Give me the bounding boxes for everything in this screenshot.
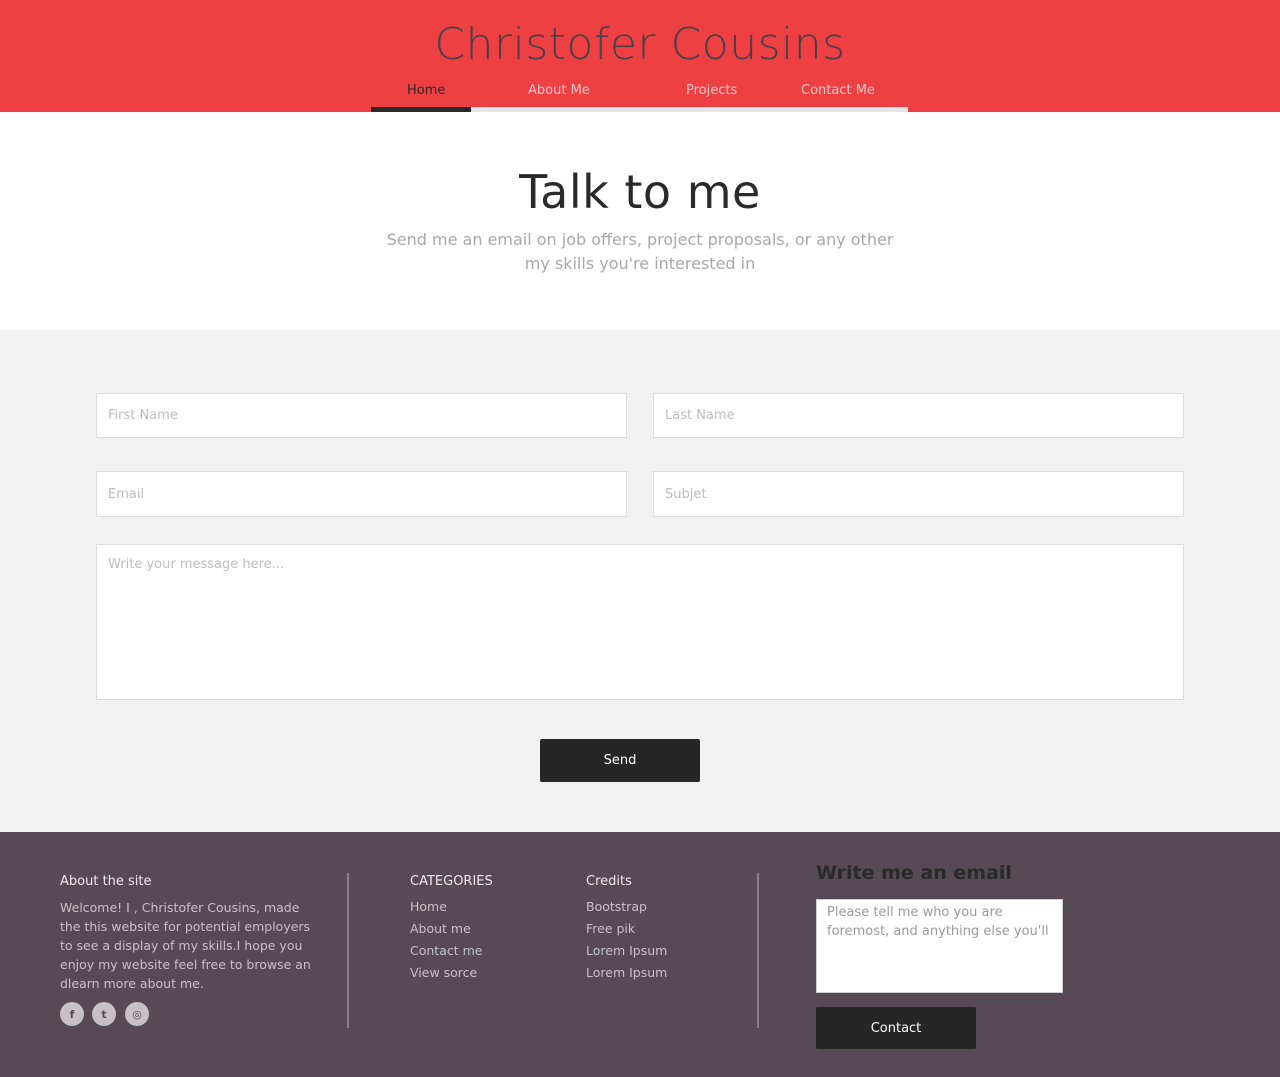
credit-link-bootstrap[interactable]: Bootstrap bbox=[586, 896, 667, 918]
credits-heading: Credits bbox=[586, 874, 632, 889]
footer-divider bbox=[347, 873, 349, 1028]
nav-item-about-me[interactable]: About Me bbox=[528, 82, 590, 100]
email-input[interactable] bbox=[96, 471, 627, 517]
main-nav: Home About Me Projects Contact Me bbox=[371, 80, 908, 112]
intro-section: Talk to me Send me an email on job offer… bbox=[0, 112, 1280, 330]
subject-input[interactable] bbox=[653, 471, 1184, 517]
footer-link-view-source[interactable]: View sorce bbox=[410, 962, 482, 984]
send-button[interactable]: Send bbox=[540, 739, 700, 782]
nav-active-indicator bbox=[371, 107, 471, 112]
facebook-icon[interactable]: f bbox=[60, 1002, 84, 1026]
credit-link-free-pik[interactable]: Free pik bbox=[586, 918, 667, 940]
contact-button[interactable]: Contact bbox=[816, 1007, 976, 1049]
nav-item-contact-me[interactable]: Contact Me bbox=[801, 82, 875, 100]
last-name-input[interactable] bbox=[653, 393, 1184, 438]
categories-heading: CATEGORIES bbox=[410, 874, 493, 889]
site-footer: About the site Welcome! I , Christofer C… bbox=[0, 832, 1280, 1077]
intro-subtitle: Send me an email on job offers, project … bbox=[386, 230, 894, 273]
contact-form-section: Send bbox=[0, 330, 1280, 832]
dribbble-icon[interactable]: ◎ bbox=[125, 1002, 149, 1026]
site-title: Christofer Cousins bbox=[434, 19, 846, 70]
credit-link-lorem-ipsum[interactable]: Lorem Ipsum bbox=[586, 940, 667, 962]
first-name-input[interactable] bbox=[96, 393, 627, 438]
intro-heading: Talk to me bbox=[519, 165, 761, 219]
twitter-icon[interactable]: t bbox=[92, 1002, 116, 1026]
categories-list: Home About me Contact me View sorce bbox=[410, 896, 482, 984]
footer-link-contact-me[interactable]: Contact me bbox=[410, 940, 482, 962]
credit-link-lorem-ipsum[interactable]: Lorem Ipsum bbox=[586, 962, 667, 984]
message-textarea[interactable] bbox=[96, 544, 1184, 700]
footer-link-home[interactable]: Home bbox=[410, 896, 482, 918]
footer-divider bbox=[757, 873, 759, 1028]
nav-item-projects[interactable]: Projects bbox=[686, 82, 737, 100]
footer-link-about-me[interactable]: About me bbox=[410, 918, 482, 940]
about-heading: About the site bbox=[60, 874, 152, 889]
nav-item-home[interactable]: Home bbox=[407, 82, 445, 100]
credits-list: Bootstrap Free pik Lorem Ipsum Lorem Ips… bbox=[586, 896, 667, 984]
about-text: Welcome! I , Christofer Cousins, made th… bbox=[60, 900, 311, 991]
footer-message-textarea[interactable] bbox=[816, 899, 1063, 993]
email-heading: Write me an email bbox=[816, 862, 1012, 884]
site-header: Christofer Cousins Home About Me Project… bbox=[0, 0, 1280, 112]
